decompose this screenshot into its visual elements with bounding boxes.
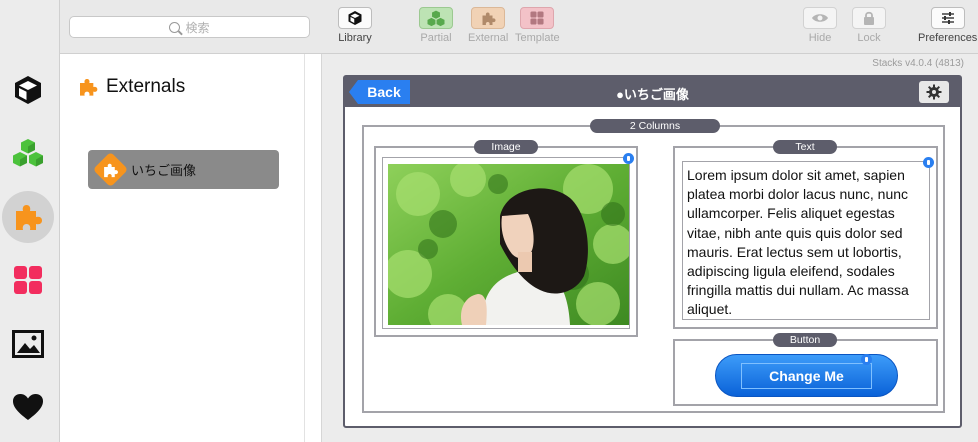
text-stack[interactable]: Text Lorem ipsum dolor sit amet, sapien … — [673, 140, 938, 329]
editor-area: Stacks v4.0.4 (4813) Back ●いちご画像 2 Colum… — [322, 54, 978, 442]
cube-icon[interactable] — [2, 64, 54, 116]
stack-editor: Back ●いちご画像 2 Columns Image Text Lorem i… — [343, 75, 962, 428]
cube-icon — [348, 11, 362, 25]
templates-grid-icon[interactable] — [2, 254, 54, 306]
heart-icon[interactable] — [2, 381, 54, 433]
puzzle-icon[interactable] — [2, 191, 54, 243]
image-tag: Image — [474, 140, 538, 154]
library-rail — [0, 0, 60, 442]
stacks-window: 検索 Externals いちご画像 Library Partial Exter… — [0, 0, 978, 442]
image-icon[interactable] — [2, 318, 54, 370]
search-icon — [169, 21, 181, 33]
button-stack[interactable]: Button Change Me — [673, 333, 938, 406]
preferences-label: Preferences — [918, 32, 978, 44]
lock-button[interactable]: Lock — [852, 7, 886, 44]
hide-label: Hide — [808, 32, 832, 44]
toolbar: Library Partial External Template Hide L… — [322, 0, 978, 54]
external-label: External — [468, 32, 509, 44]
text-tag: Text — [773, 140, 837, 154]
partial-button[interactable]: Partial — [419, 7, 453, 44]
text-frame[interactable]: Lorem ipsum dolor sit amet, sapien plate… — [682, 157, 934, 320]
partial-label: Partial — [420, 32, 452, 44]
change-me-frame[interactable]: Change Me — [741, 353, 872, 389]
library-label: Library — [338, 32, 372, 44]
button-tag: Button — [773, 333, 837, 347]
version-text: Stacks v4.0.4 (4813) — [872, 58, 964, 69]
pin-icon[interactable] — [623, 153, 634, 164]
gear-icon — [926, 84, 942, 100]
image-stack[interactable]: Image — [374, 140, 638, 337]
settings-button[interactable] — [919, 81, 949, 103]
columns-tag: 2 Columns — [590, 119, 720, 133]
image-frame[interactable] — [382, 153, 634, 329]
editor-header: Back ●いちご画像 — [345, 77, 960, 107]
change-me-button[interactable]: Change Me — [715, 353, 898, 397]
sidebar-divider — [304, 54, 305, 442]
puzzle-icon — [482, 12, 496, 25]
lock-icon — [864, 11, 874, 25]
portrait-photo — [388, 164, 629, 325]
editor-title: ●いちご画像 — [616, 87, 689, 102]
two-columns-stack[interactable]: 2 Columns Image Text Lorem ipsum dolor s… — [362, 119, 945, 413]
search-input[interactable]: 検索 — [69, 16, 310, 38]
sliders-icon — [941, 12, 954, 24]
pin-icon[interactable] — [923, 157, 934, 168]
preferences-button[interactable]: Preferences — [918, 7, 977, 44]
templates-grid-icon — [530, 11, 544, 25]
template-button[interactable]: Template — [515, 7, 560, 44]
partials-cubes-icon — [427, 10, 445, 26]
sidebar-title-text: Externals — [106, 76, 186, 97]
search-placeholder: 検索 — [185, 20, 210, 35]
sidebar-title: Externals — [78, 76, 185, 98]
external-button[interactable]: External — [468, 7, 508, 44]
body-text[interactable]: Lorem ipsum dolor sit amet, sapien plate… — [687, 166, 929, 320]
sidebar-item-external[interactable]: いちご画像 — [88, 150, 279, 189]
lock-label: Lock — [857, 32, 881, 44]
puzzle-icon — [80, 79, 98, 96]
external-badge-icon — [92, 151, 129, 188]
externals-sidebar: 検索 Externals いちご画像 — [60, 0, 322, 442]
sidebar-search-bar: 検索 — [60, 0, 322, 54]
template-label: Template — [515, 32, 560, 44]
partials-cubes-icon[interactable] — [2, 127, 54, 179]
eye-icon — [812, 14, 828, 22]
hide-button[interactable]: Hide — [803, 7, 837, 44]
change-me-label: Change Me — [769, 367, 844, 384]
sidebar-item-label: いちご画像 — [131, 163, 197, 178]
pin-icon[interactable] — [861, 353, 872, 365]
library-button[interactable]: Library — [338, 7, 372, 44]
